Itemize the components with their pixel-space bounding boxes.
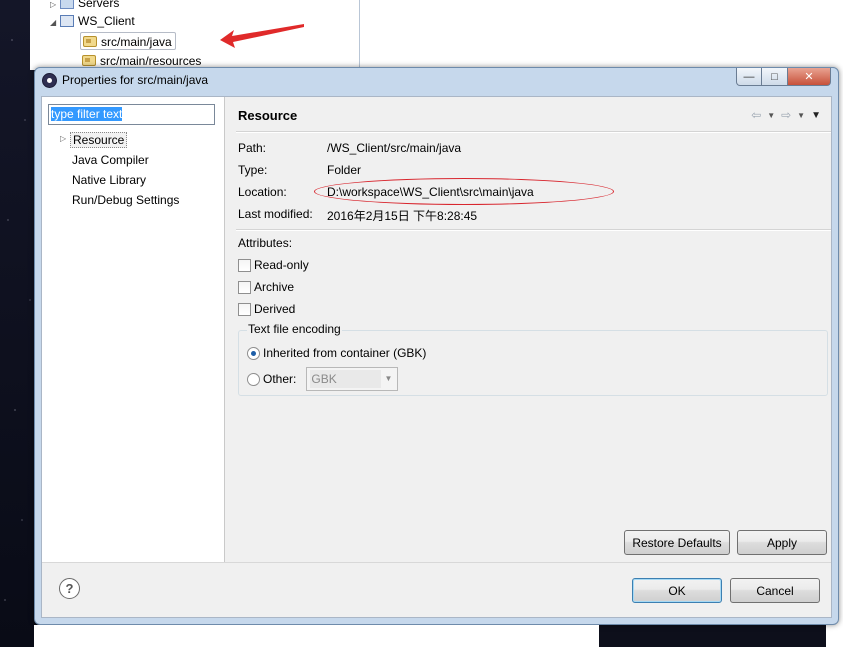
filter-placeholder: type filter text	[51, 107, 123, 121]
properties-dialog: Properties for src/main/java — □ ✕ type …	[34, 67, 839, 625]
read-only-checkbox[interactable]: Read-only	[238, 258, 309, 272]
source-folder-icon	[83, 36, 97, 47]
chevron-down-icon: ▼	[384, 374, 393, 383]
expand-arrow-icon[interactable]: ▷	[60, 134, 66, 143]
tree-item-java-compiler[interactable]: Java Compiler	[72, 153, 149, 167]
project-explorer: ▷ Servers ◢ WS_Client src/main/java src/ma…	[30, 0, 360, 70]
other-encoding-radio[interactable]: Other: GBK ▼	[247, 367, 399, 391]
checkbox-box[interactable]	[238, 280, 251, 294]
divider	[236, 131, 831, 133]
explorer-item-servers[interactable]: ▷ Servers	[50, 0, 119, 12]
radio-button[interactable]	[247, 372, 260, 386]
forward-dropdown-icon[interactable]: ▼	[797, 108, 805, 122]
dialog-client-area: type filter text ▷ Resource Java Compile…	[41, 96, 832, 618]
archive-checkbox[interactable]: Archive	[238, 280, 294, 294]
tree-item-run-debug-settings[interactable]: Run/Debug Settings	[72, 193, 179, 207]
back-arrow-icon[interactable]: ⇦	[751, 108, 761, 122]
path-value: /WS_Client/src/main/java	[327, 141, 462, 155]
encoding-select[interactable]: GBK ▼	[306, 367, 399, 391]
path-label: Path:	[238, 141, 267, 155]
forward-arrow-icon[interactable]: ⇨	[781, 108, 791, 122]
eclipse-icon	[42, 73, 57, 88]
type-label: Type:	[238, 163, 268, 177]
divider	[42, 562, 831, 563]
close-button[interactable]: ✕	[788, 68, 831, 86]
divider	[236, 229, 831, 231]
help-icon[interactable]: ?	[59, 578, 80, 599]
group-title: Text file encoding	[247, 322, 342, 336]
minimize-button[interactable]: —	[736, 68, 762, 86]
location-label: Location:	[238, 185, 287, 199]
ok-button[interactable]: OK	[632, 578, 722, 603]
annotation-ellipse	[314, 178, 614, 205]
annotation-arrow	[220, 24, 304, 48]
view-menu-icon[interactable]: ▼	[811, 108, 821, 122]
checkbox-box[interactable]	[238, 258, 251, 272]
encoding-select-value: GBK	[310, 370, 382, 388]
background-window-strip	[34, 625, 599, 647]
tree-item-resource[interactable]: Resource	[70, 132, 128, 148]
page-nav: ⇦ ▼ ⇨ ▼ ▼	[751, 108, 821, 122]
maximize-button[interactable]: □	[762, 68, 788, 86]
editor-area	[360, 0, 843, 70]
resource-page: Resource ⇦ ▼ ⇨ ▼ ▼ Path: /WS_Client/src/…	[226, 97, 831, 562]
attributes-label: Attributes:	[238, 236, 293, 250]
back-dropdown-icon[interactable]: ▼	[767, 108, 775, 122]
filter-input[interactable]: type filter text	[48, 104, 215, 125]
project-icon	[60, 15, 74, 27]
page-title: Resource	[238, 108, 298, 123]
property-pages-pane: type filter text ▷ Resource Java Compile…	[42, 97, 225, 562]
cancel-button[interactable]: Cancel	[730, 578, 820, 603]
last-modified-value: 2016年2月15日 下午8:28:45	[327, 209, 478, 223]
dialog-titlebar[interactable]: Properties for src/main/java — □ ✕	[35, 68, 838, 94]
restore-defaults-button[interactable]: Restore Defaults	[624, 530, 730, 555]
checkbox-box[interactable]	[238, 302, 251, 316]
source-folder-icon	[82, 55, 96, 66]
type-value: Folder	[327, 163, 362, 177]
text-encoding-group: Text file encoding Inherited from contai…	[238, 322, 828, 396]
derived-checkbox[interactable]: Derived	[238, 302, 295, 316]
tree-item-native-library[interactable]: Native Library	[72, 173, 146, 187]
folder-icon	[60, 0, 74, 9]
apply-button[interactable]: Apply	[737, 530, 827, 555]
dialog-title: Properties for src/main/java	[62, 73, 209, 87]
radio-button[interactable]	[247, 346, 260, 360]
inherited-encoding-radio[interactable]: Inherited from container (GBK)	[247, 346, 426, 360]
collapse-arrow-icon[interactable]: ◢	[50, 14, 60, 32]
last-modified-label: Last modified:	[238, 207, 313, 221]
explorer-item-ws-client[interactable]: ◢ WS_Client	[50, 12, 135, 30]
explorer-item-src-main-java[interactable]: src/main/java	[80, 32, 176, 50]
